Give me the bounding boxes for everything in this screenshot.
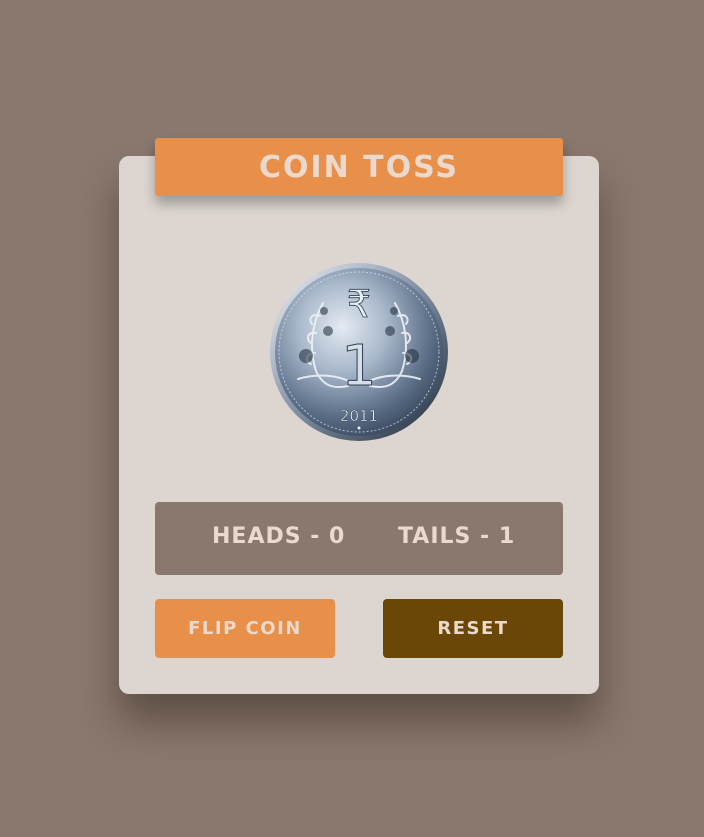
coin-year: 2011: [340, 407, 378, 425]
coin-symbol: ₹: [347, 282, 371, 326]
title-banner: COIN TOSS: [155, 138, 563, 196]
reset-button[interactable]: RESET: [383, 599, 563, 658]
score-board: HEADS - 0 TAILS - 1: [155, 502, 563, 575]
flip-coin-button[interactable]: FLIP COIN: [155, 599, 335, 658]
tails-count: TAILS - 1: [398, 524, 516, 549]
flip-coin-label: FLIP COIN: [188, 618, 302, 639]
coin-denomination: 1: [341, 334, 377, 399]
coin-image: ₹ 1 2011: [268, 261, 450, 443]
reset-label: RESET: [437, 618, 509, 639]
heads-count: HEADS - 0: [212, 524, 346, 549]
rupee-coin-icon: ₹ 1 2011: [270, 263, 448, 441]
app-title: COIN TOSS: [258, 149, 460, 185]
app-stage: COIN TOSS ₹ 1 2011 HEADS - 0 TAILS - 1 F…: [0, 0, 704, 837]
